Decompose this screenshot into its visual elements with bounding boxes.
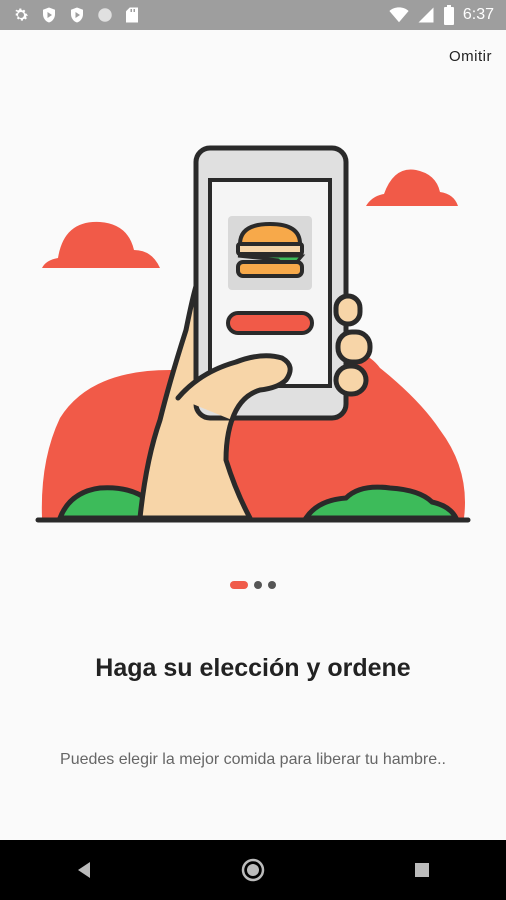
phone-order-button <box>226 311 314 335</box>
home-button[interactable] <box>223 850 283 890</box>
skip-button[interactable]: Omitir <box>449 48 492 65</box>
back-button[interactable] <box>54 850 114 890</box>
page-dot <box>254 581 262 589</box>
onboarding-description: Puedes elegir la mejor comida para liber… <box>60 751 446 768</box>
status-time: 6:37 <box>462 6 494 23</box>
status-right-icons: 6:37 <box>389 5 494 25</box>
onboarding-title: Haga su elección y ordene <box>95 654 411 682</box>
page-indicator <box>0 578 506 592</box>
battery-icon <box>443 5 455 25</box>
page-dot <box>268 581 276 589</box>
onboarding-illustration <box>0 100 506 540</box>
circle-icon <box>96 6 114 24</box>
signal-icon <box>417 6 435 24</box>
recents-icon <box>414 863 429 877</box>
cloud-left <box>42 221 160 268</box>
hand-fingers <box>333 293 373 397</box>
shield-play-icon <box>40 6 58 24</box>
settings-icon <box>12 6 30 24</box>
status-bar: 6:37 <box>0 0 506 30</box>
back-icon <box>78 862 91 878</box>
sd-card-icon <box>124 6 140 24</box>
page-dot-active <box>230 581 248 589</box>
burger-icon <box>236 221 306 278</box>
home-icon <box>241 858 265 882</box>
status-left-icons <box>12 6 140 24</box>
navigation-bar <box>0 840 506 900</box>
recents-button[interactable] <box>392 850 452 890</box>
wifi-icon <box>389 7 409 23</box>
shield-play-icon <box>68 6 86 24</box>
cloud-right <box>366 169 458 206</box>
